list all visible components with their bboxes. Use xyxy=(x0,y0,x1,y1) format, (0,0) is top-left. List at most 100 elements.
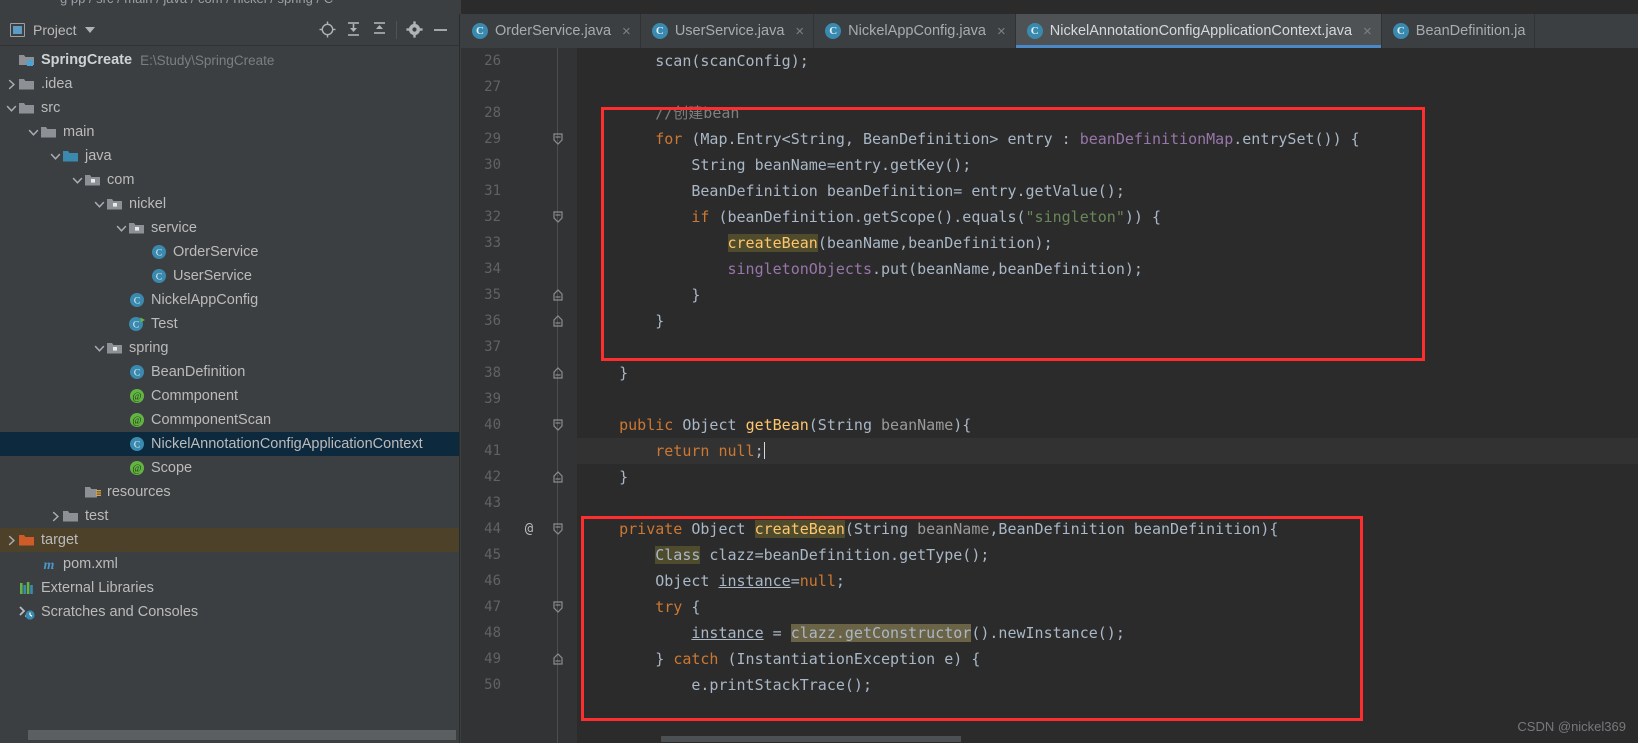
project-tree-hscrollbar-track[interactable] xyxy=(0,727,459,743)
code-line[interactable]: } xyxy=(577,464,1638,490)
tree-item-com[interactable]: com xyxy=(0,168,459,192)
chevron-down-icon[interactable] xyxy=(92,336,106,360)
editor-gutter[interactable]: 26 27 28 29 30 31 32 33 34 35 36 37 38 39 40 41 42 43 44 @4… xyxy=(461,48,577,743)
tree-item-beandefinition[interactable]: C BeanDefinition xyxy=(0,360,459,384)
code-line[interactable]: scan(scanConfig); xyxy=(577,48,1638,74)
project-tree-hscrollbar-thumb[interactable] xyxy=(28,730,456,740)
tree-item-commponent[interactable]: @ Commponent xyxy=(0,384,459,408)
folder-icon xyxy=(62,507,80,525)
annotation-gutter-icon[interactable]: @ xyxy=(519,516,539,542)
code-editor[interactable]: 26 27 28 29 30 31 32 33 34 35 36 37 38 39 40 41 42 43 44 @4… xyxy=(461,48,1638,743)
collapse-all-icon[interactable] xyxy=(366,17,392,43)
code-line[interactable]: String beanName=entry.getKey(); xyxy=(577,152,1638,178)
fold-region-end-icon[interactable] xyxy=(551,464,565,490)
chevron-down-icon[interactable] xyxy=(70,168,84,192)
tree-item-idea[interactable]: .idea xyxy=(0,72,459,96)
locate-target-icon[interactable] xyxy=(314,17,340,43)
minimize-icon[interactable] xyxy=(427,17,453,43)
code-line[interactable]: BeanDefinition beanDefinition= entry.get… xyxy=(577,178,1638,204)
chevron-down-icon[interactable] xyxy=(48,144,62,168)
svg-text:C: C xyxy=(134,441,140,451)
fold-region-start-icon[interactable] xyxy=(551,516,565,542)
code-line[interactable]: } xyxy=(577,360,1638,386)
fold-region-end-icon[interactable] xyxy=(551,308,565,334)
editor-tab-nickelappconfig[interactable]: C NickelAppConfig.java × xyxy=(814,14,1016,48)
code-line[interactable] xyxy=(577,490,1638,516)
close-icon[interactable]: × xyxy=(1363,24,1372,39)
editor-tab-orderservice[interactable]: C OrderService.java × xyxy=(461,14,641,48)
code-line[interactable] xyxy=(577,74,1638,100)
chevron-right-icon[interactable] xyxy=(48,504,62,528)
fold-region-start-icon[interactable] xyxy=(551,204,565,230)
chevron-down-icon[interactable] xyxy=(84,26,95,33)
code-line[interactable]: //创建bean xyxy=(577,100,1638,126)
tree-item-service[interactable]: service xyxy=(0,216,459,240)
code-line[interactable]: createBean(beanName,beanDefinition); xyxy=(577,230,1638,256)
code-line[interactable]: singletonObjects.put(beanName,beanDefini… xyxy=(577,256,1638,282)
code-line[interactable]: e.printStackTrace(); xyxy=(577,672,1638,698)
tree-item-scratches-and-consoles[interactable]: Scratches and Consoles xyxy=(0,600,459,624)
tree-item-test[interactable]: test xyxy=(0,504,459,528)
code-line[interactable]: instance = clazz.getConstructor().newIns… xyxy=(577,620,1638,646)
fold-region-start-icon[interactable] xyxy=(551,594,565,620)
editor-tabbar[interactable]: C OrderService.java × C UserService.java × C Ni… xyxy=(461,14,1638,48)
tree-item-pom-xml[interactable]: m pom.xml xyxy=(0,552,459,576)
java-class-icon: C xyxy=(128,291,146,309)
code-line[interactable]: try { xyxy=(577,594,1638,620)
code-line[interactable]: for (Map.Entry<String, BeanDefinition> e… xyxy=(577,126,1638,152)
code-line[interactable]: } xyxy=(577,308,1638,334)
tree-item-test[interactable]: C Test xyxy=(0,312,459,336)
chevron-down-icon[interactable] xyxy=(4,96,18,120)
tree-item-nickelannotationconfigapplicationcontext[interactable]: C NickelAnnotationConfigApplicationContex… xyxy=(0,432,459,456)
tree-item-orderservice[interactable]: C OrderService xyxy=(0,240,459,264)
close-icon[interactable]: × xyxy=(795,24,804,39)
fold-region-start-icon[interactable] xyxy=(551,412,565,438)
fold-region-start-icon[interactable] xyxy=(551,126,565,152)
tree-item-main[interactable]: main xyxy=(0,120,459,144)
fold-region-end-icon[interactable] xyxy=(551,282,565,308)
code-lines[interactable]: scan(scanConfig); //创建bean for (Map.Entr… xyxy=(577,48,1638,743)
close-icon[interactable]: × xyxy=(997,24,1006,39)
code-line[interactable]: return null; xyxy=(577,438,1638,464)
chevron-down-icon[interactable] xyxy=(26,120,40,144)
tree-item-userservice[interactable]: C UserService xyxy=(0,264,459,288)
editor-tab-beandefinition.ja[interactable]: C BeanDefinition.ja xyxy=(1382,14,1536,48)
code-line[interactable]: public Object getBean(String beanName){ xyxy=(577,412,1638,438)
tree-item-nickel[interactable]: nickel xyxy=(0,192,459,216)
close-icon[interactable]: × xyxy=(622,24,631,39)
tree-item-src[interactable]: src xyxy=(0,96,459,120)
line-number: 43 xyxy=(484,495,501,511)
code-line[interactable]: Object instance=null; xyxy=(577,568,1638,594)
tree-item-target[interactable]: target xyxy=(0,528,459,552)
editor-hscrollbar-thumb[interactable] xyxy=(661,736,961,742)
tree-item-nickelappconfig[interactable]: C NickelAppConfig xyxy=(0,288,459,312)
package-icon xyxy=(128,219,146,237)
tree-item-spring[interactable]: spring xyxy=(0,336,459,360)
code-line[interactable]: } xyxy=(577,282,1638,308)
code-line[interactable]: private Object createBean(String beanNam… xyxy=(577,516,1638,542)
code-line[interactable] xyxy=(577,386,1638,412)
project-tree[interactable]: SpringCreate E:\Study\SpringCreate .idea sr… xyxy=(0,46,459,727)
tree-item-scope[interactable]: @ Scope xyxy=(0,456,459,480)
editor-tab-nickelannotationconfigapplicationcontext[interactable]: C NickelAnnotationConfigApplicationContex… xyxy=(1015,14,1382,48)
chevron-right-icon[interactable] xyxy=(4,72,18,96)
gear-icon[interactable] xyxy=(401,17,427,43)
chevron-down-icon[interactable] xyxy=(92,192,106,216)
tree-item-resources[interactable]: resources xyxy=(0,480,459,504)
editor-tab-userservice[interactable]: C UserService.java × xyxy=(641,14,815,48)
fold-region-end-icon[interactable] xyxy=(551,360,565,386)
code-line[interactable]: } catch (InstantiationException e) { xyxy=(577,646,1638,672)
package-icon xyxy=(106,339,124,357)
tree-item-springcreate[interactable]: SpringCreate E:\Study\SpringCreate xyxy=(0,48,459,72)
code-line[interactable]: Class clazz=beanDefinition.getType(); xyxy=(577,542,1638,568)
tree-item-commponentscan[interactable]: @ CommponentScan xyxy=(0,408,459,432)
code-line[interactable]: if (beanDefinition.getScope().equals("si… xyxy=(577,204,1638,230)
fold-region-end-icon[interactable] xyxy=(551,646,565,672)
expand-all-icon[interactable] xyxy=(340,17,366,43)
chevron-down-icon[interactable] xyxy=(114,216,128,240)
chevron-right-icon[interactable] xyxy=(4,528,18,552)
code-line[interactable] xyxy=(577,334,1638,360)
tree-item-external-libraries[interactable]: External Libraries xyxy=(0,576,459,600)
tree-item-java[interactable]: java xyxy=(0,144,459,168)
